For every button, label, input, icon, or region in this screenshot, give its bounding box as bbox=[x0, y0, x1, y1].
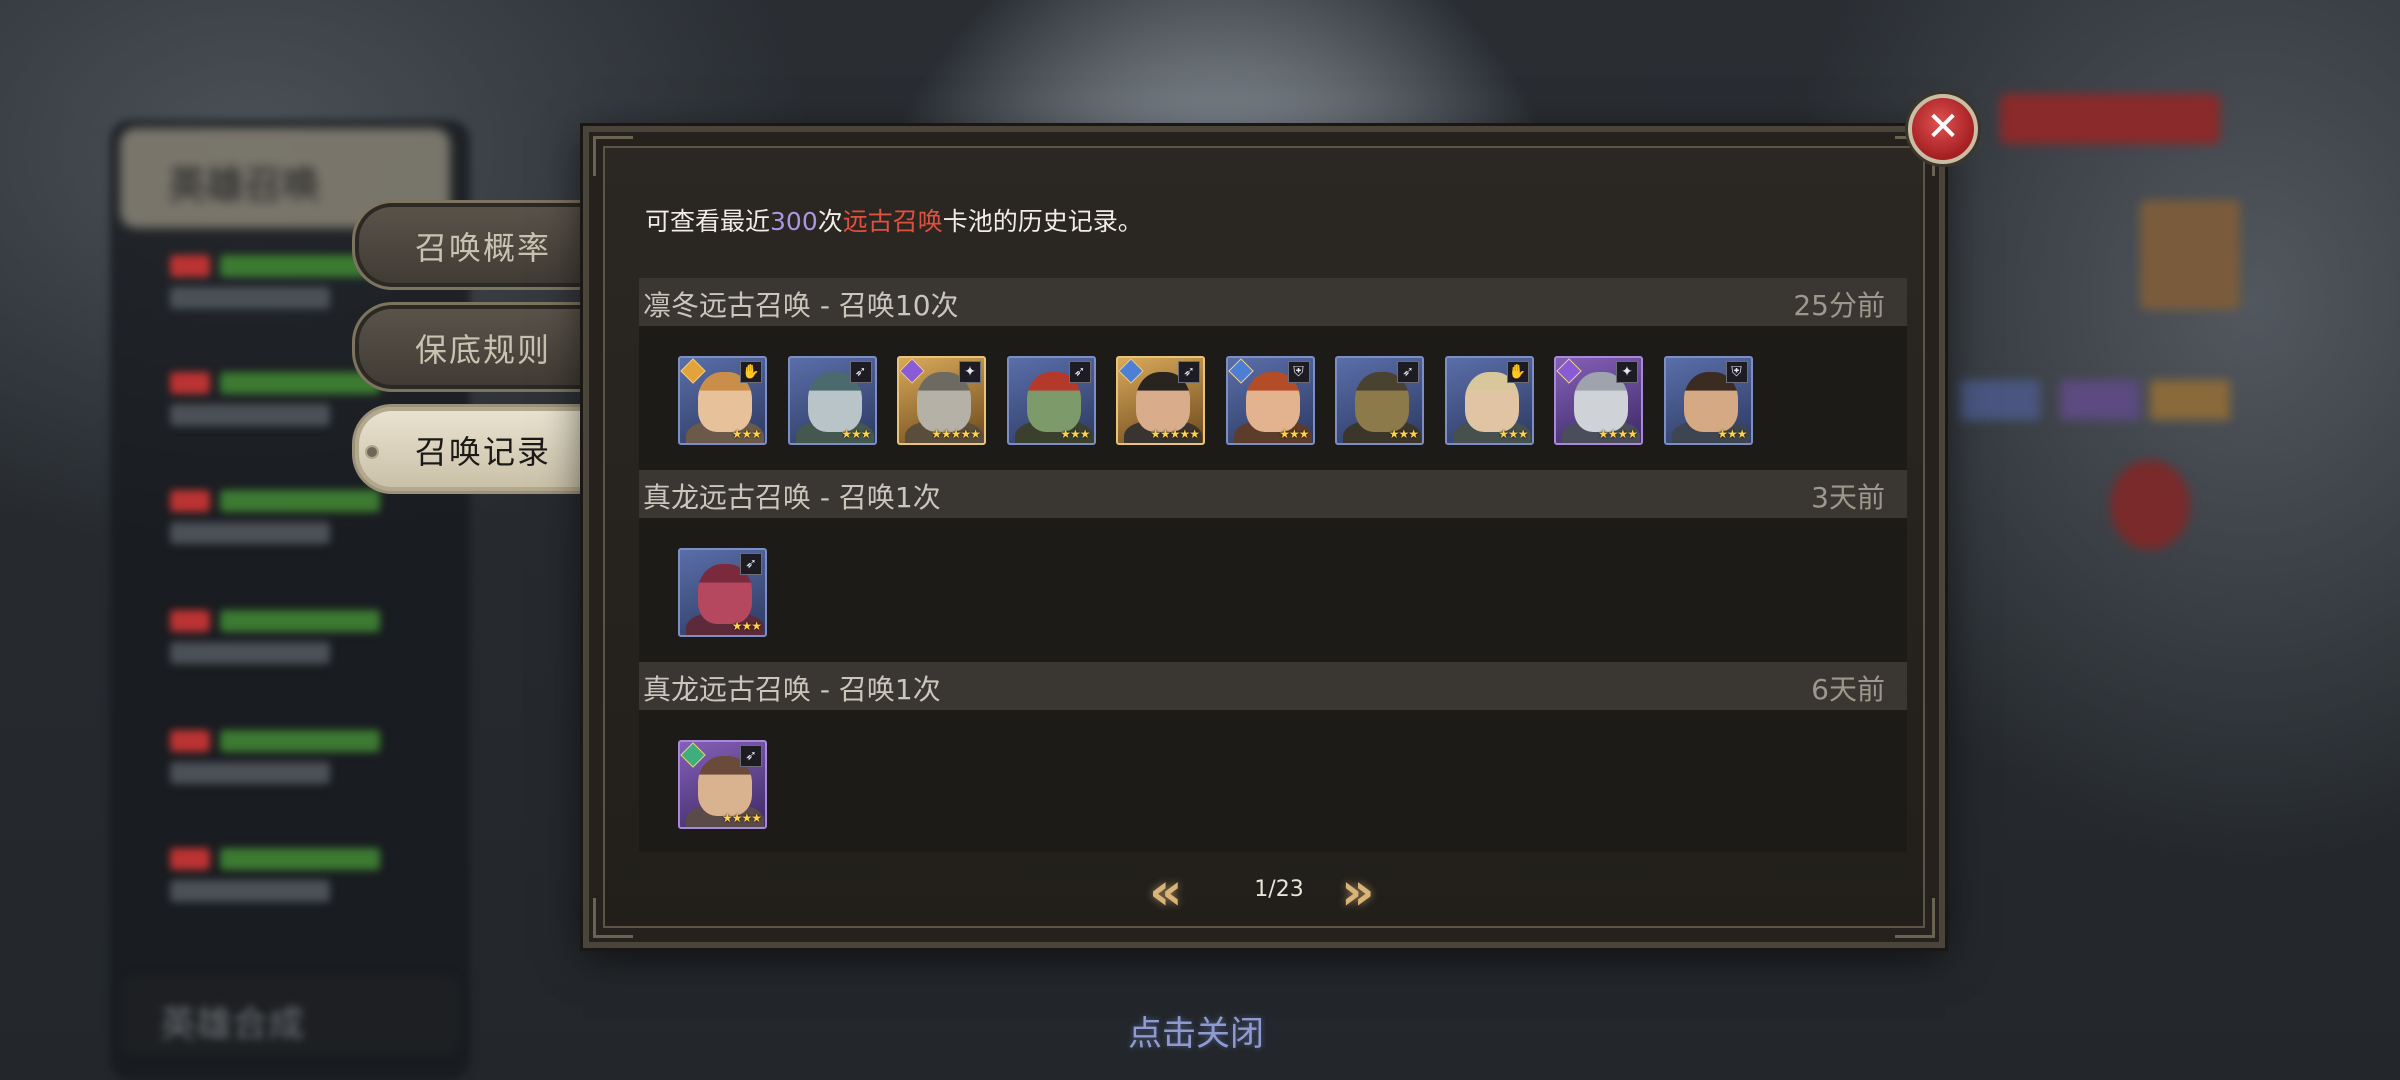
hero-card[interactable]: ✋ ★★★ bbox=[678, 356, 767, 445]
intro-suffix: 卡池的历史记录。 bbox=[942, 207, 1143, 236]
holy-icon bbox=[680, 358, 706, 384]
tab-pity-rules[interactable]: 保底规则 bbox=[352, 302, 596, 392]
history-intro-text: 可查看最近300次远古召唤卡池的历史记录。 bbox=[645, 202, 1143, 238]
hero-card[interactable]: ➶ ★★★ bbox=[1335, 356, 1424, 445]
frame-corner bbox=[1895, 898, 1935, 938]
close-icon[interactable]: ✕ bbox=[1908, 94, 1978, 164]
record-time: 25分前 bbox=[1793, 289, 1885, 322]
tab-summon-rates[interactable]: 召唤概率 bbox=[352, 200, 596, 290]
hero-row: ➶ ★★★★ bbox=[678, 740, 1878, 830]
frost-icon bbox=[1227, 358, 1254, 384]
mage-icon: ✦ bbox=[1616, 361, 1638, 383]
arcane-icon bbox=[1556, 358, 1582, 384]
background-row bbox=[120, 610, 380, 670]
hero-star-rating: ★★★ bbox=[1279, 427, 1309, 441]
hero-card[interactable]: ✋ ★★★ bbox=[1444, 356, 1534, 445]
record-header: 真龙远古召唤 - 召唤1次 3天前 bbox=[639, 470, 1907, 518]
tap-to-close-text[interactable]: 点击关闭 bbox=[1128, 1006, 1264, 1055]
warrior-icon: ⛨ bbox=[1725, 361, 1748, 383]
summon-history-dialog: 可查看最近300次远古召唤卡池的历史记录。 凛冬远古召唤 - 召唤10次 25分前… bbox=[583, 126, 1945, 948]
hero-card[interactable]: ✦ ★★★★★ bbox=[897, 356, 986, 445]
warrior-icon: ⛨ bbox=[1287, 361, 1310, 383]
hero-star-rating: ★★★ bbox=[731, 427, 762, 441]
background-left-bottom-label: 英雄合成 bbox=[160, 1004, 305, 1045]
tab-summon-history[interactable]: 召唤记录 bbox=[352, 404, 596, 494]
hero-card[interactable]: ➶ ★★★★★ bbox=[1116, 356, 1205, 445]
hero-star-rating: ★★★ bbox=[1388, 427, 1419, 441]
hero-card[interactable]: ➶ ★★★ bbox=[1006, 356, 1096, 445]
record-title: 凛冬远古召唤 - 召唤10次 bbox=[643, 289, 959, 322]
background-left-bottom: 英雄合成 bbox=[120, 975, 460, 1055]
record-time: 3天前 bbox=[1811, 481, 1885, 514]
background-row bbox=[120, 730, 380, 790]
background-row bbox=[120, 372, 380, 432]
hero-star-rating: ★★★★ bbox=[721, 811, 762, 825]
tab-active-indicator bbox=[365, 445, 379, 459]
page-indicator: 1/23 bbox=[1254, 877, 1304, 902]
record-title: 真龙远古召唤 - 召唤1次 bbox=[643, 481, 941, 514]
archer-icon: ➶ bbox=[1178, 361, 1200, 383]
background-left-header-label: 英雄召唤 bbox=[168, 163, 321, 207]
priest-icon: ✋ bbox=[740, 361, 762, 383]
hero-row: ➶ ★★★ bbox=[678, 548, 1878, 638]
hero-star-rating: ★★★ bbox=[1498, 427, 1528, 441]
hero-star-rating: ★★★ bbox=[731, 619, 762, 633]
double-chevron-right-icon[interactable]: » bbox=[1341, 862, 1375, 922]
background-right-panel bbox=[1960, 80, 2260, 640]
hero-star-rating: ★★★ bbox=[1717, 427, 1747, 441]
hero-star-rating: ★★★ bbox=[841, 427, 871, 441]
intro-prefix: 可查看最近 bbox=[645, 207, 771, 236]
priest-icon: ✋ bbox=[1506, 361, 1529, 383]
intro-mid: 次 bbox=[817, 207, 843, 236]
record-header: 真龙远古召唤 - 召唤1次 6天前 bbox=[639, 662, 1907, 710]
archer-icon: ➶ bbox=[740, 745, 762, 767]
hero-star-rating: ★★★ bbox=[1060, 427, 1090, 441]
background-row bbox=[120, 490, 380, 550]
mage-icon: ✦ bbox=[959, 361, 981, 383]
hero-card[interactable]: ➶ ★★★ bbox=[678, 548, 767, 637]
hero-card[interactable]: ⛨ ★★★ bbox=[1663, 356, 1753, 445]
intro-count: 300 bbox=[770, 207, 818, 236]
intro-pool-name: 远古召唤 bbox=[842, 207, 943, 236]
hero-star-rating: ★★★★★ bbox=[931, 427, 981, 441]
double-chevron-left-icon[interactable]: « bbox=[1149, 862, 1183, 922]
background-row bbox=[120, 255, 380, 315]
record-title: 真龙远古召唤 - 召唤1次 bbox=[643, 673, 941, 706]
hero-star-rating: ★★★★★ bbox=[1150, 427, 1200, 441]
history-record-list[interactable]: 凛冬远古召唤 - 召唤10次 25分前 ✋ ★★★ ➶ ★★★ ✦ ★★★★★ ➶ ★★★ ➶ ★★★… bbox=[639, 278, 1907, 852]
tab-pity-rules-label: 保底规则 bbox=[415, 331, 552, 369]
arcane-icon bbox=[899, 358, 925, 384]
frame-corner bbox=[593, 136, 633, 176]
nature-icon bbox=[680, 742, 706, 768]
archer-icon: ➶ bbox=[849, 361, 872, 383]
record-header: 凛冬远古召唤 - 召唤10次 25分前 bbox=[639, 278, 1907, 326]
tab-summon-history-label: 召唤记录 bbox=[415, 433, 552, 471]
hero-card[interactable]: ✦ ★★★★ bbox=[1554, 356, 1643, 445]
tab-summon-rates-label: 召唤概率 bbox=[415, 229, 552, 267]
hero-star-rating: ★★★★ bbox=[1597, 427, 1638, 441]
record-time: 6天前 bbox=[1811, 673, 1885, 706]
frost-icon bbox=[1118, 358, 1144, 384]
hero-card[interactable]: ⛨ ★★★ bbox=[1225, 356, 1315, 445]
archer-icon: ➶ bbox=[740, 553, 762, 575]
archer-icon: ➶ bbox=[1397, 361, 1419, 383]
background-row bbox=[120, 848, 380, 908]
archer-icon: ➶ bbox=[1068, 361, 1091, 383]
hero-card[interactable]: ➶ ★★★★ bbox=[678, 740, 767, 829]
hero-card[interactable]: ➶ ★★★ bbox=[787, 356, 877, 445]
frame-corner bbox=[593, 898, 633, 938]
hero-row: ✋ ★★★ ➶ ★★★ ✦ ★★★★★ ➶ ★★★ ➶ ★★★★★ ⛨ ★★★ ➶ ★★★ ✋ ★★★ ✦ ★★★… bbox=[678, 356, 1878, 446]
